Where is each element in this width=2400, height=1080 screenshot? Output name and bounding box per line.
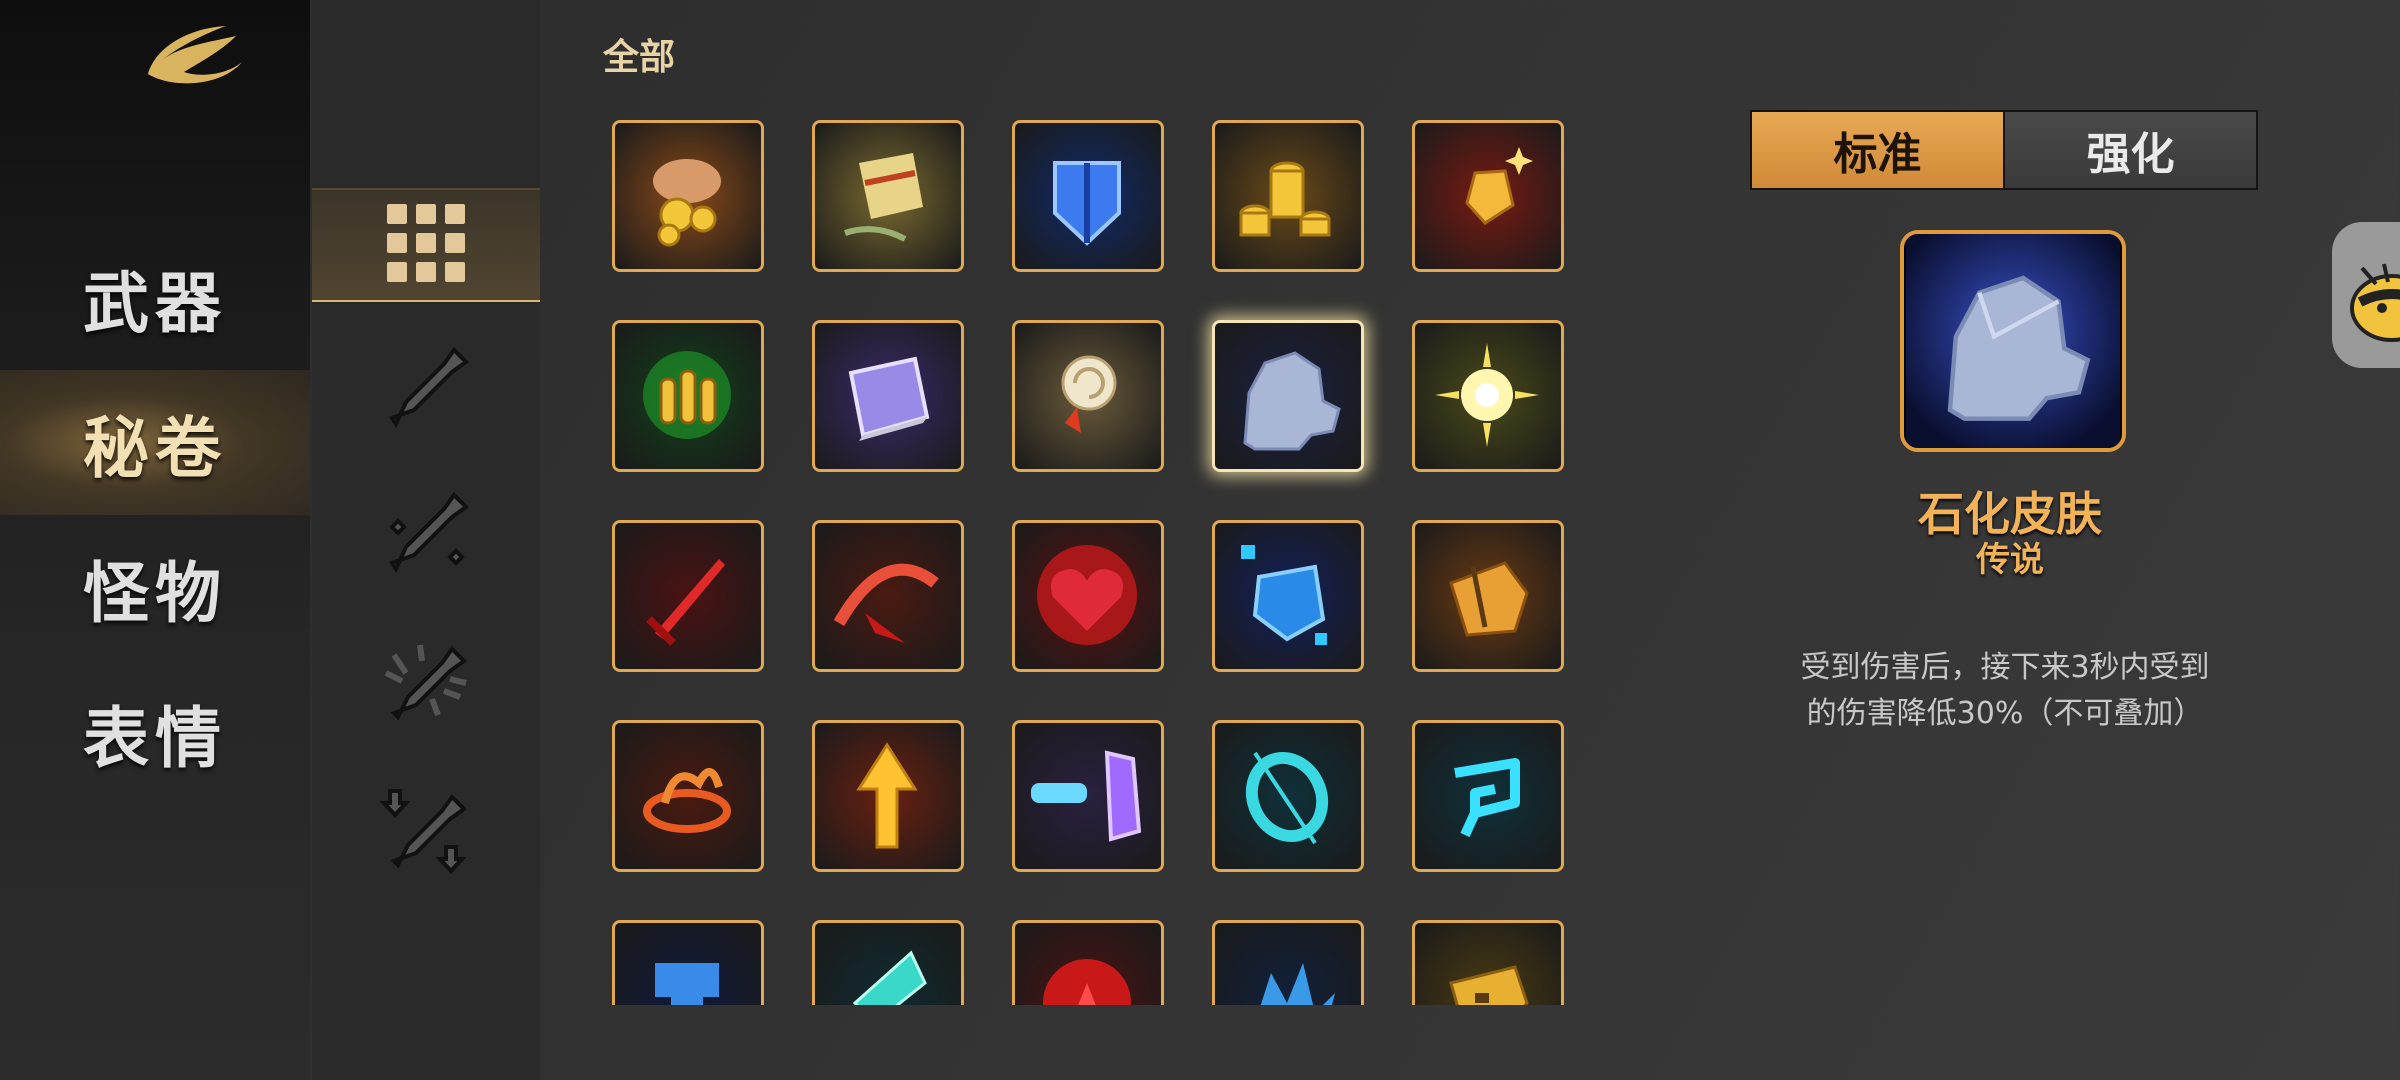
gold-mask-icon <box>1415 923 1561 1005</box>
blue-helmet-icon <box>615 923 761 1005</box>
scroll-card[interactable] <box>1212 920 1364 1005</box>
stone-skin-icon <box>1215 323 1361 469</box>
scroll-card[interactable] <box>812 320 964 472</box>
section-title: 全部 <box>603 37 676 78</box>
filter-stick-burst[interactable] <box>312 630 540 740</box>
cyan-rune-icon <box>1415 723 1561 869</box>
stick-burst-icon <box>376 633 476 737</box>
nav-item-scrolls[interactable]: 秘卷 <box>0 370 310 515</box>
detail-icon-frame <box>1900 230 2126 452</box>
description-line: 受到伤害后，接下来3秒内受到 <box>1800 650 2210 685</box>
stick-icon <box>376 338 476 442</box>
scroll-grid[interactable] <box>612 120 1572 1005</box>
gold-crystal-icon <box>1415 123 1561 269</box>
scroll-card[interactable] <box>1412 520 1564 672</box>
scroll-card[interactable] <box>612 520 764 672</box>
scroll-card[interactable] <box>812 120 964 272</box>
scroll-card[interactable] <box>812 520 964 672</box>
red-sword-icon <box>615 523 761 669</box>
nav-item-emotes[interactable]: 表情 <box>0 660 310 805</box>
red-slash-icon <box>815 523 961 669</box>
filter-stick[interactable] <box>312 335 540 445</box>
filter-all[interactable] <box>312 188 540 302</box>
cyan-blade-icon <box>815 923 961 1005</box>
coin-hand-icon <box>615 123 761 269</box>
side-avatar-button[interactable] <box>2332 222 2400 368</box>
scroll-card[interactable] <box>612 920 764 1005</box>
blue-shield-icon <box>1015 123 1161 269</box>
green-bullets-icon <box>615 323 761 469</box>
spell-book-icon <box>815 323 961 469</box>
scroll-card[interactable] <box>1012 120 1164 272</box>
game-logo-icon <box>140 22 250 92</box>
bee-avatar-icon <box>2332 263 2400 368</box>
purple-portal-icon <box>1015 723 1161 869</box>
scroll-card[interactable] <box>812 920 964 1005</box>
red-heart-icon <box>1015 523 1161 669</box>
nav-item-label: 武器 <box>83 263 227 342</box>
scroll-card[interactable] <box>1012 920 1164 1005</box>
grid-all-icon <box>385 202 467 288</box>
blue-splash-icon <box>1215 923 1361 1005</box>
nav-item-label: 怪物 <box>83 553 227 632</box>
scroll-card[interactable] <box>812 720 964 872</box>
stone-skin-icon <box>1904 234 2122 448</box>
gold-arrow-up-icon <box>815 723 961 869</box>
mode-tabs: 标准 强化 <box>1750 110 2258 190</box>
scroll-card[interactable] <box>612 320 764 472</box>
scroll-bone-icon <box>815 123 961 269</box>
scroll-card[interactable] <box>1012 720 1164 872</box>
fire-loop-icon <box>615 723 761 869</box>
coin-stack-icon <box>1215 123 1361 269</box>
cyan-ring-icon <box>1215 723 1361 869</box>
detail-description: 受到伤害后，接下来3秒内受到 的伤害降低30%（不可叠加） <box>1760 645 2250 737</box>
blue-gem-icon <box>1215 523 1361 669</box>
light-burst-icon <box>1415 323 1561 469</box>
tab-standard[interactable]: 标准 <box>1752 112 2003 188</box>
red-orb-icon <box>1015 923 1161 1005</box>
filter-stick-arrows[interactable] <box>312 778 540 888</box>
scroll-card[interactable] <box>1412 320 1564 472</box>
scroll-card[interactable] <box>612 720 764 872</box>
scroll-card[interactable] <box>1212 520 1364 672</box>
scroll-card[interactable] <box>1412 120 1564 272</box>
scroll-card[interactable] <box>612 120 764 272</box>
scroll-card[interactable] <box>1212 120 1364 272</box>
category-filter-bar <box>312 0 540 1080</box>
scroll-card[interactable] <box>1212 320 1364 472</box>
scroll-card[interactable] <box>1012 320 1164 472</box>
nav-item-label: 秘卷 <box>83 408 227 487</box>
scroll-card[interactable] <box>1012 520 1164 672</box>
scroll-card[interactable] <box>1412 920 1564 1005</box>
stick-sparkle-icon <box>376 483 476 587</box>
stick-arrows-down-icon <box>376 781 476 885</box>
nav-item-label: 表情 <box>83 698 227 777</box>
nav-item-monsters[interactable]: 怪物 <box>0 515 310 660</box>
description-line: 的伤害降低30%（不可叠加） <box>1806 696 2204 731</box>
tab-enhanced[interactable]: 强化 <box>2003 112 2256 188</box>
scroll-card[interactable] <box>1212 720 1364 872</box>
spiral-staff-icon <box>1015 323 1161 469</box>
filter-stick-sparkle[interactable] <box>312 480 540 590</box>
scroll-card[interactable] <box>1412 720 1564 872</box>
nav-item-weapons[interactable]: 武器 <box>0 225 310 370</box>
detail-rarity: 传说 <box>1976 540 2044 580</box>
gold-glove-icon <box>1415 523 1561 669</box>
main-nav: 武器 秘卷 怪物 表情 <box>0 0 310 1080</box>
